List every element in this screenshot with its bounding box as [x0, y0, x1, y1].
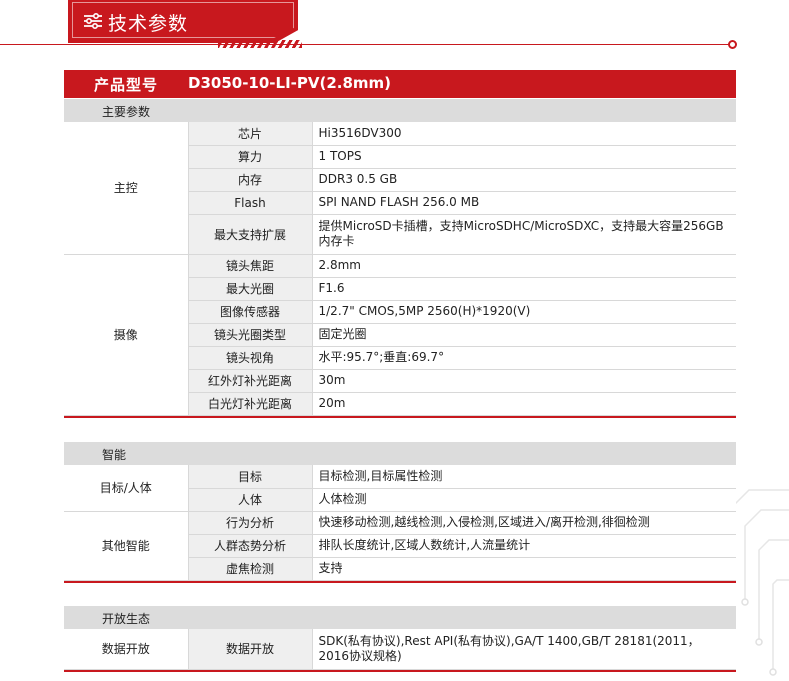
section-header: 技术参数 — [68, 0, 308, 50]
header-dot — [728, 40, 737, 49]
spec-key: 镜头视角 — [188, 346, 313, 370]
table-row: 摄像 镜头焦距 2.8mm — [64, 254, 736, 416]
spec-key: 数据开放 — [188, 629, 313, 670]
spec-key: 人群态势分析 — [188, 534, 313, 558]
spec-value: 排队长度统计,区域人数统计,人流量统计 — [312, 534, 736, 558]
spec-key: 芯片 — [188, 122, 313, 146]
section-open-ecosystem: 开放生态 数据开放 数据开放 SDK(私有协议),Rest API(私有协议),… — [64, 606, 736, 672]
section-title: 主要参数 — [64, 99, 736, 122]
spec-value: 提供MicroSD卡插槽，支持MicroSDHC/MicroSDXC，支持最大容… — [312, 214, 736, 255]
table-row: 数据开放 数据开放 SDK(私有协议),Rest API(私有协议),GA/T … — [64, 629, 736, 670]
section-divider — [64, 580, 736, 583]
spec-value: 水平:95.7°;垂直:69.7° — [312, 346, 736, 370]
spec-key: 白光灯补光距离 — [188, 392, 313, 416]
spec-key: 图像传感器 — [188, 300, 313, 324]
spec-key: 镜头光圈类型 — [188, 323, 313, 347]
group-label: 其他智能 — [64, 511, 189, 581]
spec-key: 最大支持扩展 — [188, 214, 313, 255]
spec-value: F1.6 — [312, 277, 736, 301]
page-title: 技术参数 — [108, 13, 189, 35]
spec-key: 镜头焦距 — [188, 254, 313, 278]
group-label: 摄像 — [64, 254, 189, 416]
spec-value: 快速移动检测,越线检测,入侵检测,区域进入/离开检测,徘徊检测 — [312, 511, 736, 535]
section-main-params: 主要参数 主控 芯片 Hi3516DV300 算力 1 TOPS 内存 DDR3… — [64, 99, 736, 418]
spec-key: 虚焦检测 — [188, 557, 313, 581]
spec-key: 目标 — [188, 465, 313, 489]
spec-value: DDR3 0.5 GB — [312, 168, 736, 192]
spec-key: Flash — [188, 191, 313, 215]
spec-key: 人体 — [188, 488, 313, 512]
group-label: 目标/人体 — [64, 465, 189, 512]
spec-value: 1/2.7" CMOS,5MP 2560(H)*1920(V) — [312, 300, 736, 324]
spec-value: SPI NAND FLASH 256.0 MB — [312, 191, 736, 215]
spec-key: 最大光圈 — [188, 277, 313, 301]
section-divider — [64, 415, 736, 418]
group-label: 数据开放 — [64, 629, 189, 670]
spec-value: 人体检测 — [312, 488, 736, 512]
section-title: 开放生态 — [64, 606, 736, 629]
spec-key: 红外灯补光距离 — [188, 369, 313, 393]
spec-value: 30m — [312, 369, 736, 393]
product-model-bar: 产品型号 D3050-10-LI-PV(2.8mm) — [64, 70, 736, 98]
spec-key: 行为分析 — [188, 511, 313, 535]
spec-table: 目标/人体 目标 目标检测,目标属性检测 人体 人体检测 其他智能 行为分析 快… — [64, 465, 736, 581]
product-model-value: D3050-10-LI-PV(2.8mm) — [188, 74, 392, 92]
spec-value: 2.8mm — [312, 254, 736, 278]
spec-value: 支持 — [312, 557, 736, 581]
table-row: 主控 芯片 Hi3516DV300 — [64, 122, 736, 255]
spec-table: 数据开放 数据开放 SDK(私有协议),Rest API(私有协议),GA/T … — [64, 629, 736, 670]
spec-value: Hi3516DV300 — [312, 122, 736, 146]
spec-value: 1 TOPS — [312, 145, 736, 169]
spec-key: 算力 — [188, 145, 313, 169]
product-model-label: 产品型号 — [94, 76, 159, 94]
section-intelligence: 智能 目标/人体 目标 目标检测,目标属性检测 人体 人体检测 其他智能 行为分… — [64, 442, 736, 583]
spec-value: 20m — [312, 392, 736, 416]
spec-value: SDK(私有协议),Rest API(私有协议),GA/T 1400,GB/T … — [312, 629, 736, 670]
table-row: 其他智能 行为分析 快速移动检测,越线检测,入侵检测,区域进入/离开检测,徘徊检… — [64, 511, 736, 581]
spec-key: 内存 — [188, 168, 313, 192]
table-row: 目标/人体 目标 目标检测,目标属性检测 — [64, 465, 736, 512]
section-title: 智能 — [64, 442, 736, 465]
group-label: 主控 — [64, 122, 189, 255]
spec-table: 主控 芯片 Hi3516DV300 算力 1 TOPS 内存 DDR3 0.5 … — [64, 122, 736, 416]
spec-value: 目标检测,目标属性检测 — [312, 465, 736, 489]
section-divider — [64, 669, 736, 672]
sliders-icon — [84, 13, 102, 29]
spec-value: 固定光圈 — [312, 323, 736, 347]
